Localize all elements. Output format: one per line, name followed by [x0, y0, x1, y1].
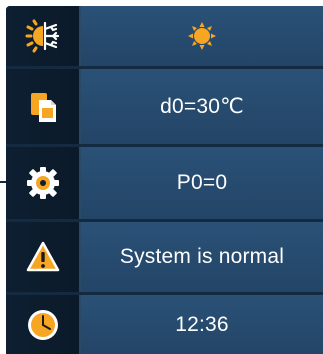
parameter-value: P0=0: [176, 171, 228, 194]
setpoint-value-cell[interactable]: d0=30℃: [81, 69, 323, 144]
heat-cool-mode-icon: [25, 18, 61, 54]
setpoint-value: d0=30℃: [160, 95, 244, 118]
clock-value-cell[interactable]: 12:36: [81, 295, 323, 354]
parameter-row[interactable]: P0=0: [6, 147, 323, 219]
warning-icon: [26, 241, 60, 273]
status-value-cell[interactable]: System is normal: [81, 222, 323, 292]
gear-icon: [26, 166, 60, 200]
parameter-value-cell[interactable]: P0=0: [81, 147, 323, 219]
sun-icon: [187, 21, 217, 51]
documents-icon: [28, 90, 58, 124]
status-row[interactable]: System is normal: [6, 222, 323, 292]
clock-icon: [26, 308, 60, 342]
parameter-icon-cell[interactable]: [6, 147, 81, 219]
setpoint-row[interactable]: d0=30℃: [6, 69, 323, 144]
status-message: System is normal: [119, 245, 285, 268]
mode-row[interactable]: [6, 6, 323, 66]
side-tick: [0, 181, 6, 183]
clock-time: 12:36: [175, 312, 229, 336]
mode-icon-cell[interactable]: [6, 6, 81, 66]
status-icon-cell[interactable]: [6, 222, 81, 292]
setpoint-icon-cell[interactable]: [6, 69, 81, 144]
status-panel: d0=30℃ P0=0 System is normal 12:36: [6, 6, 323, 354]
clock-row[interactable]: 12:36: [6, 295, 323, 354]
clock-icon-cell[interactable]: [6, 295, 81, 354]
mode-value-cell[interactable]: [81, 6, 323, 66]
